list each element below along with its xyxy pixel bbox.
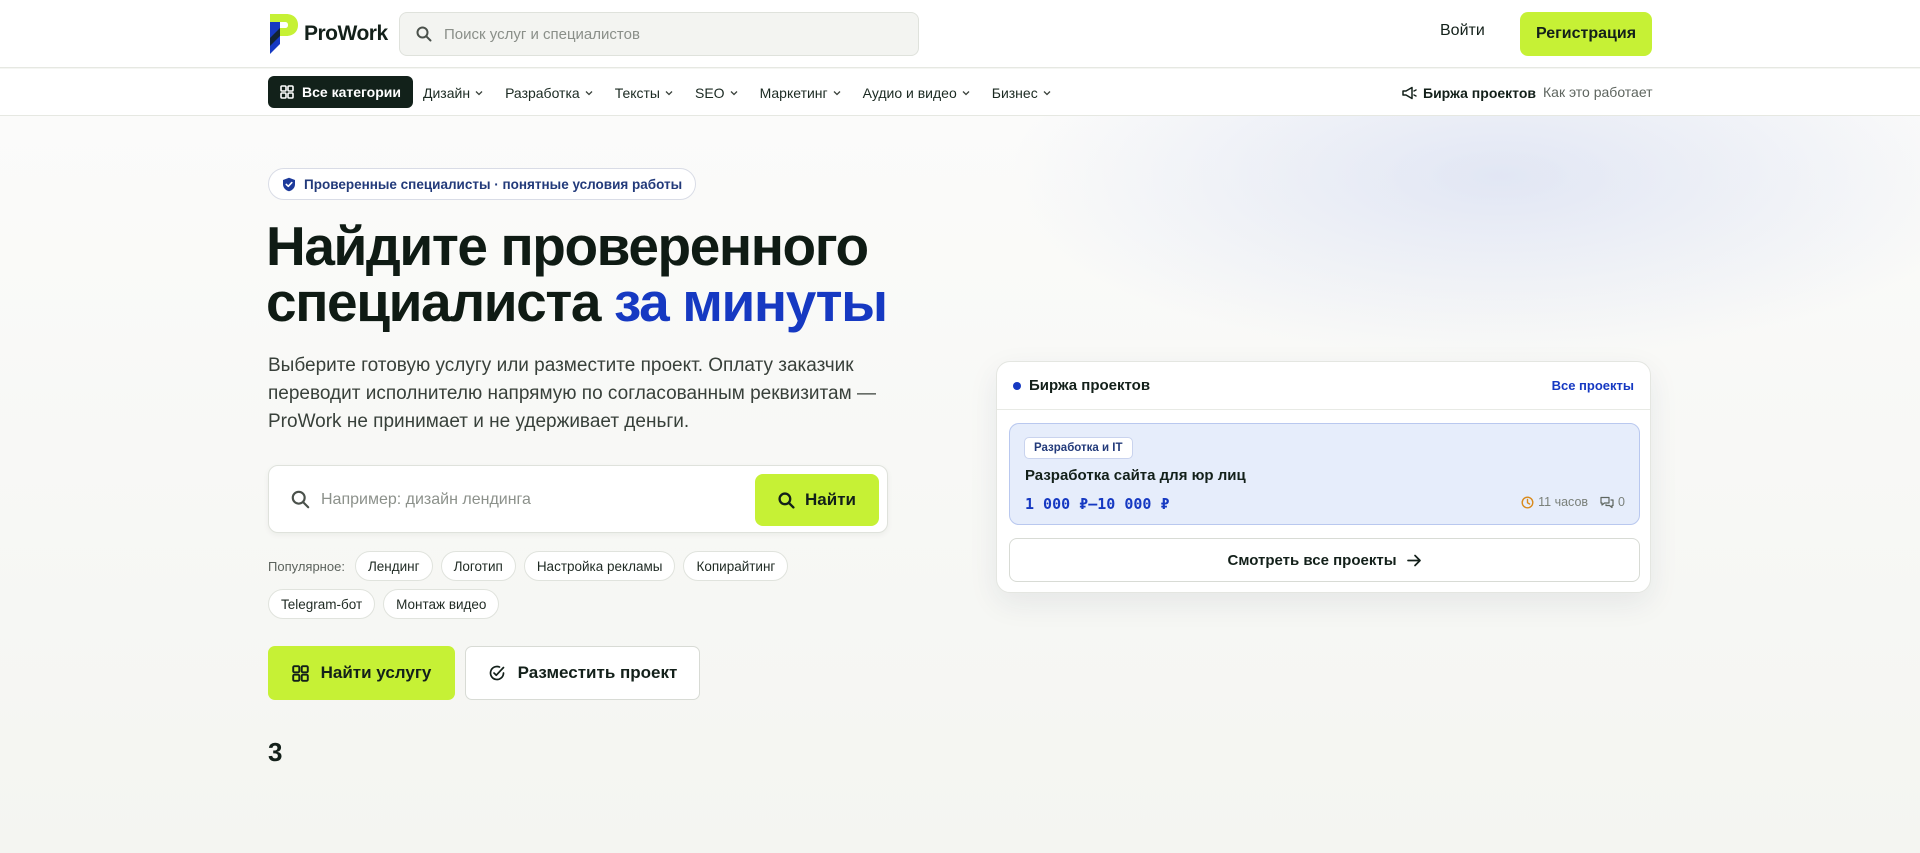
category-label: Маркетинг <box>759 84 828 101</box>
project-category-tag: Разработка и IT <box>1024 437 1133 459</box>
projects-card-header: Биржа проектов Все проекты <box>997 362 1650 410</box>
project-name: Разработка сайта для юр лиц <box>1025 467 1246 484</box>
category-texts[interactable]: Тексты <box>615 85 673 101</box>
register-button[interactable]: Регистрация <box>1520 12 1652 56</box>
view-all-projects-label: Смотреть все проекты <box>1227 551 1397 569</box>
popular-chip[interactable]: Лендинг <box>354 551 433 581</box>
category-marketing[interactable]: Маркетинг <box>760 85 841 101</box>
grid-icon <box>291 664 309 682</box>
project-responses-value: 0 <box>1618 495 1625 509</box>
find-button-label: Найти <box>805 490 856 509</box>
category-label: Бизнес <box>991 84 1038 101</box>
category-development[interactable]: Разработка <box>505 85 593 101</box>
popular-tags: Популярное: Лендинг Логотип Настройка ре… <box>268 551 898 619</box>
hero-title-line2: специалиста <box>266 271 614 333</box>
check-badge-icon <box>489 665 505 681</box>
hero-title-accent: за минуты <box>613 271 888 333</box>
category-design[interactable]: Дизайн <box>423 85 483 101</box>
how-it-works-link[interactable]: Как это работает <box>1543 84 1653 100</box>
clock-icon <box>1521 495 1534 509</box>
all-categories-button[interactable]: Все категории <box>268 76 413 108</box>
hero-subtitle: Выберите готовую услугу или разместите п… <box>268 355 876 432</box>
logo-text: ProWork <box>304 22 388 45</box>
project-item[interactable]: Разработка и IT Разработка сайта для юр … <box>1009 423 1640 525</box>
category-label: SEO <box>695 84 725 101</box>
popular-chip[interactable]: Настройка рекламы <box>523 551 676 581</box>
find-button[interactable]: Найти <box>755 474 879 526</box>
popular-chip[interactable]: Логотип <box>440 551 516 581</box>
view-all-projects-button[interactable]: Смотреть все проекты <box>1009 538 1640 582</box>
post-project-button[interactable]: Разместить проект <box>465 646 700 700</box>
all-categories-label: Все категории <box>302 84 401 100</box>
project-meta: 11 часов 0 <box>1521 495 1625 509</box>
arrow-right-icon <box>1406 554 1421 566</box>
category-seo[interactable]: SEO <box>695 85 738 101</box>
project-time-value: 11 часов <box>1538 495 1589 509</box>
category-nav: Все категории Дизайн Разработка Тексты S… <box>0 69 1920 116</box>
login-link[interactable]: Войти <box>1440 22 1485 40</box>
category-label: Дизайн <box>423 84 471 101</box>
hero-search-input[interactable] <box>321 484 741 516</box>
header-search[interactable] <box>399 12 919 56</box>
header-search-input[interactable] <box>444 25 884 43</box>
category-list: Дизайн Разработка Тексты SEO Маркетинг А… <box>423 69 1051 116</box>
project-responses: 0 <box>1600 495 1625 509</box>
category-business[interactable]: Бизнес <box>992 85 1051 101</box>
projects-card: Биржа проектов Все проекты Разработка и … <box>996 361 1651 593</box>
find-service-button[interactable]: Найти услугу <box>268 646 455 700</box>
chat-icon <box>1600 496 1614 508</box>
live-dot-icon <box>1013 382 1021 390</box>
popular-chip[interactable]: Монтаж видео <box>383 589 500 619</box>
projects-card-title: Биржа проектов <box>1029 377 1151 394</box>
project-exchange-label: Биржа проектов <box>1423 84 1536 101</box>
shield-check-icon <box>283 177 295 191</box>
chevron-down-icon <box>665 90 673 95</box>
hero-title: Найдите проверенного специалиста за мину… <box>266 218 906 330</box>
all-projects-link[interactable]: Все проекты <box>1552 378 1634 393</box>
chevron-down-icon <box>833 90 841 95</box>
trust-badge-text: Проверенные специалисты · понятные услов… <box>304 176 683 192</box>
stat-number: 3 <box>268 737 283 767</box>
chevron-down-icon <box>475 90 483 95</box>
megaphone-icon <box>1402 86 1417 99</box>
project-price: 1 000 ₽–10 000 ₽ <box>1025 495 1170 513</box>
hero-search[interactable]: Найти <box>268 465 888 533</box>
popular-label: Популярное: <box>268 558 345 574</box>
prowork-logo-icon <box>270 14 298 54</box>
grid-icon <box>280 85 294 99</box>
category-label: Аудио и видео <box>862 84 957 101</box>
trust-badge: Проверенные специалисты · понятные услов… <box>268 168 697 200</box>
project-time: 11 часов <box>1521 495 1588 509</box>
category-audio-video[interactable]: Аудио и видео <box>863 85 970 101</box>
find-service-label: Найти услугу <box>320 663 432 682</box>
chevron-down-icon <box>962 90 970 95</box>
search-icon <box>416 26 432 42</box>
post-project-label: Разместить проект <box>517 663 678 682</box>
popular-chip[interactable]: Копирайтинг <box>683 551 789 581</box>
search-icon <box>778 491 795 509</box>
category-label: Разработка <box>505 84 580 101</box>
popular-chip[interactable]: Telegram-бот <box>268 589 376 619</box>
search-icon <box>291 490 310 509</box>
project-exchange-link[interactable]: Биржа проектов <box>1402 69 1536 116</box>
chevron-down-icon <box>1043 90 1051 95</box>
hero-title-line1: Найдите проверенного <box>266 215 869 277</box>
logo[interactable]: ProWork <box>268 14 388 54</box>
chevron-down-icon <box>730 90 738 95</box>
top-header: ProWork Войти Регистрация <box>0 0 1920 68</box>
chevron-down-icon <box>585 90 593 95</box>
category-label: Тексты <box>614 84 660 101</box>
